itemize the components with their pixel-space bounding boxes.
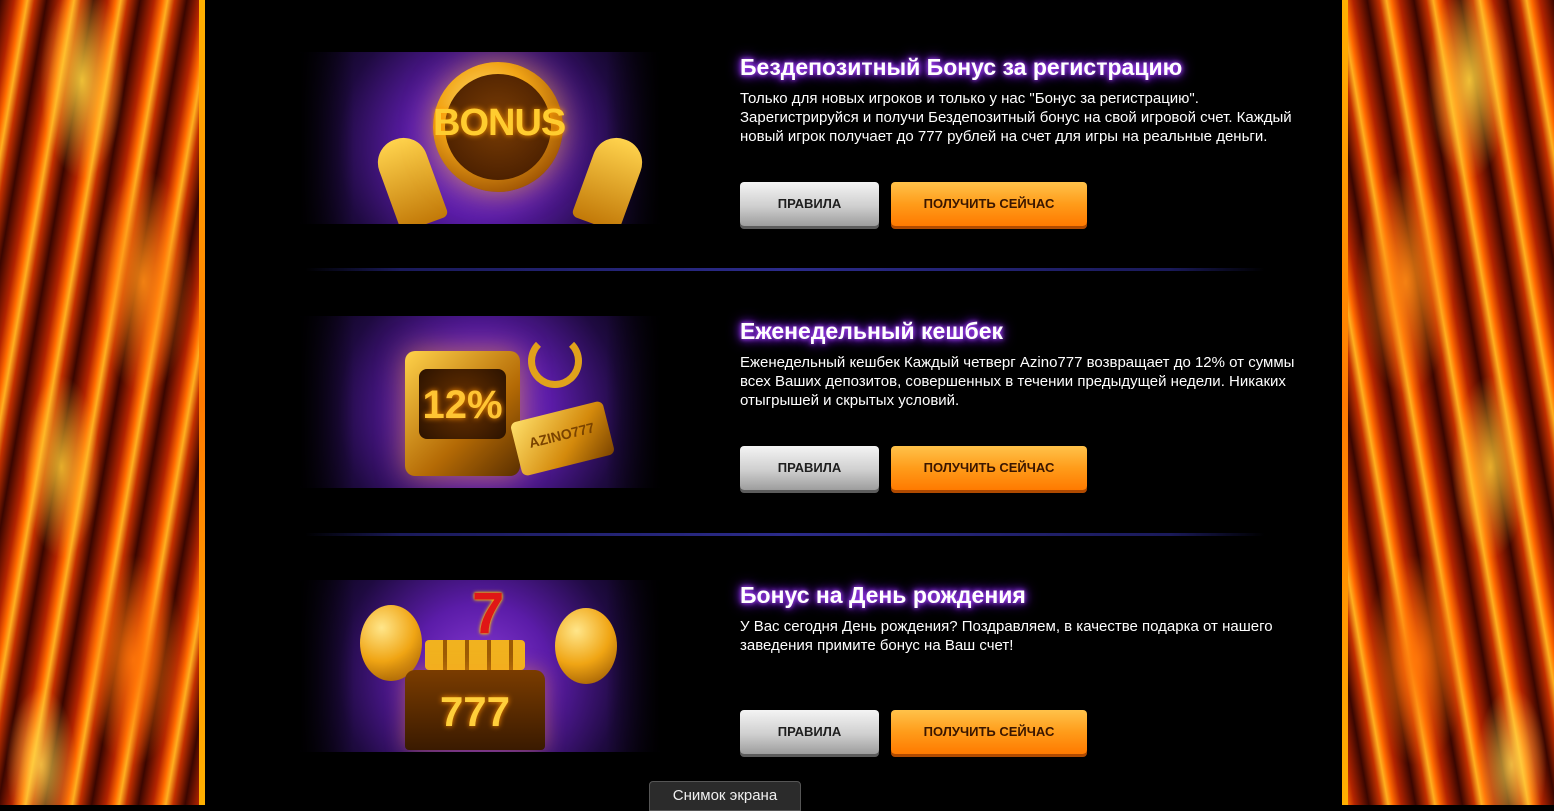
- promotions-panel: BONUS Бездепозитный Бонус за регистрацию…: [205, 0, 1342, 805]
- promo-banner-birthday: 7 777: [300, 580, 660, 752]
- balloon-icon: [555, 608, 617, 684]
- bonus-coin-icon: BONUS: [433, 62, 566, 192]
- rules-button[interactable]: ПРАВИЛА: [740, 182, 879, 226]
- fire-border-left: [0, 0, 205, 805]
- get-now-button[interactable]: ПОЛУЧИТЬ СЕЙЧАС: [891, 710, 1087, 754]
- promo-description: У Вас сегодня День рождения? Поздравляем…: [740, 618, 1273, 654]
- promo-description: Еженедельный кешбек Каждый четверг Azino…: [740, 354, 1295, 409]
- safe-icon: 12%: [405, 351, 520, 476]
- banner-text: 777: [439, 688, 511, 735]
- banner-text: 12%: [422, 383, 503, 427]
- refresh-icon: [528, 334, 582, 388]
- promo-title: Бездепозитный Бонус за регистрацию: [740, 54, 1183, 80]
- promo-birthday-bonus: 7 777 Бонус на День рождения У Вас сегод…: [205, 528, 1342, 792]
- promo-title: Еженедельный кешбек: [740, 318, 1004, 344]
- screenshot-tooltip: Снимок экрана: [649, 781, 801, 811]
- lucky-seven-icon: 7: [472, 581, 505, 646]
- promo-description: Только для новых игроков и только у нас …: [740, 90, 1292, 145]
- banner-text: BONUS: [433, 102, 566, 144]
- banner-subtext: AZINO777: [527, 419, 597, 451]
- promo-text: Еженедельный кешбек Еженедельный кешбек …: [740, 318, 1300, 410]
- rules-button[interactable]: ПРАВИЛА: [740, 446, 879, 490]
- promo-banner-bonus: BONUS: [300, 52, 660, 224]
- hand-graphic: [571, 131, 649, 224]
- birthday-cake-icon: 777: [405, 670, 545, 750]
- promo-weekly-cashback: 12% AZINO777 Еженедельный кешбек Еженеде…: [205, 264, 1342, 528]
- get-now-button[interactable]: ПОЛУЧИТЬ СЕЙЧАС: [891, 182, 1087, 226]
- promo-registration-bonus: BONUS Бездепозитный Бонус за регистрацию…: [205, 0, 1342, 264]
- promo-title: Бонус на День рождения: [740, 582, 1026, 608]
- get-now-button[interactable]: ПОЛУЧИТЬ СЕЙЧАС: [891, 446, 1087, 490]
- promo-text: Бездепозитный Бонус за регистрацию Тольк…: [740, 54, 1300, 146]
- promo-banner-cashback: 12% AZINO777: [300, 316, 660, 488]
- fire-border-right: [1342, 0, 1554, 805]
- promo-text: Бонус на День рождения У Вас сегодня Ден…: [740, 582, 1300, 655]
- gold-bar-icon: AZINO777: [509, 400, 616, 477]
- rules-button[interactable]: ПРАВИЛА: [740, 710, 879, 754]
